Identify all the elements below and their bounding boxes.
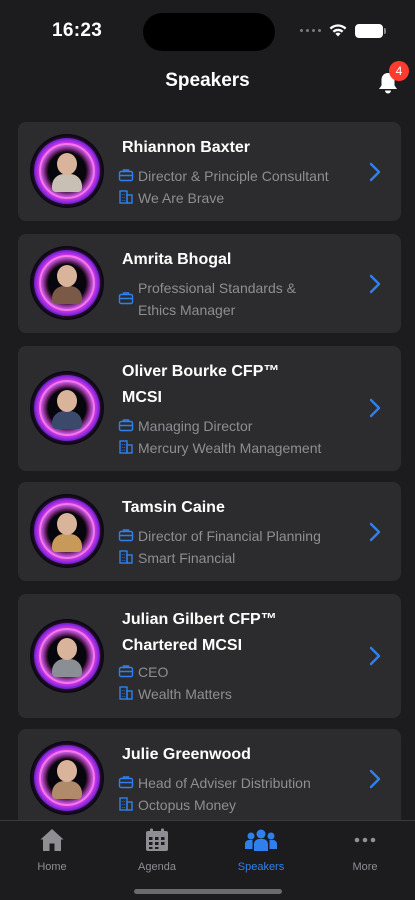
speaker-role-row: Managing Director	[118, 415, 358, 437]
tab-agenda-label: Agenda	[138, 861, 176, 873]
speaker-company-row: Smart Financial	[118, 547, 358, 569]
cellular-signal-icon	[300, 29, 321, 32]
speaker-name: Julian Gilbert CFP™ Chartered MCSI	[122, 611, 277, 654]
notification-badge: 4	[389, 61, 409, 81]
tab-home-label: Home	[37, 861, 67, 873]
tab-speakers[interactable]: Speakers	[209, 827, 313, 873]
speaker-name: Rhiannon Baxter	[122, 139, 251, 156]
speaker-card[interactable]: Julian Gilbert CFP™ Chartered MCSI CEO W…	[18, 594, 401, 718]
speaker-avatar	[30, 246, 104, 320]
speaker-role-row: Director & Principle Consultant	[118, 165, 358, 187]
briefcase-icon	[118, 419, 134, 432]
users-icon	[245, 829, 277, 851]
briefcase-icon	[118, 529, 134, 542]
speaker-name: Tamsin Caine	[122, 499, 225, 516]
building-icon	[119, 440, 133, 454]
briefcase-icon	[118, 292, 134, 305]
chevron-right-icon	[369, 398, 381, 418]
speaker-role: Head of Adviser Distribution	[138, 775, 311, 791]
page-title: Speakers	[165, 70, 250, 91]
battery-icon	[355, 24, 383, 38]
speaker-company-row: Octopus Money	[118, 794, 358, 816]
briefcase-icon	[118, 169, 134, 182]
tab-more-label: More	[352, 861, 378, 873]
dynamic-island	[143, 13, 275, 51]
speaker-company: We Are Brave	[138, 190, 225, 206]
speaker-role-row: CEO	[118, 661, 358, 683]
chevron-right-icon	[369, 274, 381, 294]
speaker-company: Wealth Matters	[138, 686, 232, 702]
building-icon	[119, 797, 133, 811]
speaker-name: Oliver Bourke CFP™ MCSI	[122, 363, 280, 406]
chevron-right-icon	[369, 769, 381, 789]
speaker-company: Octopus Money	[138, 797, 237, 813]
speaker-company: Mercury Wealth Management	[138, 440, 322, 456]
battery-nub	[384, 28, 386, 34]
chevron-right-icon	[369, 162, 381, 182]
status-time: 16:23	[52, 20, 103, 41]
home-indicator	[134, 889, 282, 894]
speaker-role: CEO	[138, 664, 169, 680]
speaker-name: Amrita Bhogal	[122, 251, 232, 268]
speaker-name: Julie Greenwood	[122, 746, 251, 763]
speaker-avatar	[30, 741, 104, 815]
briefcase-icon	[118, 776, 134, 789]
speaker-card[interactable]: Amrita Bhogal Professional Standards & E…	[18, 234, 401, 333]
more-icon	[354, 837, 376, 843]
briefcase-icon	[118, 665, 134, 678]
wifi-icon	[329, 24, 347, 37]
speaker-role: Director & Principle Consultant	[138, 168, 329, 184]
tab-more[interactable]: More	[313, 827, 415, 873]
speaker-company: Smart Financial	[138, 550, 236, 566]
speaker-role-row: Professional Standards & Ethics Manager	[118, 277, 358, 321]
speaker-company-row: We Are Brave	[118, 187, 358, 209]
speaker-company-row: Wealth Matters	[118, 683, 358, 705]
speaker-role: Director of Financial Planning	[138, 528, 321, 544]
speaker-card[interactable]: Oliver Bourke CFP™ MCSI Managing Directo…	[18, 346, 401, 471]
speaker-avatar	[30, 619, 104, 693]
tab-agenda[interactable]: Agenda	[105, 827, 209, 873]
tab-home[interactable]: Home	[0, 827, 104, 873]
speaker-role-row: Head of Adviser Distribution	[118, 772, 358, 794]
speaker-role: Professional Standards & Ethics Manager	[138, 280, 296, 318]
chevron-right-icon	[369, 646, 381, 666]
home-icon	[40, 829, 64, 851]
tab-bar: Home Agenda Speakers More	[0, 820, 415, 900]
building-icon	[119, 190, 133, 204]
speaker-card[interactable]: Tamsin Caine Director of Financial Plann…	[18, 482, 401, 581]
speaker-company-row: Mercury Wealth Management	[118, 437, 358, 459]
speaker-role: Managing Director	[138, 418, 253, 434]
building-icon	[119, 686, 133, 700]
calendar-icon	[146, 828, 168, 851]
tab-speakers-label: Speakers	[237, 861, 285, 873]
speaker-card[interactable]: Rhiannon Baxter Director & Principle Con…	[18, 122, 401, 221]
speaker-role-row: Director of Financial Planning	[118, 525, 358, 547]
building-icon	[119, 550, 133, 564]
speaker-card[interactable]: Julie Greenwood Head of Adviser Distribu…	[18, 729, 401, 828]
speaker-avatar	[30, 134, 104, 208]
speaker-avatar	[30, 371, 104, 445]
speaker-avatar	[30, 494, 104, 568]
status-bar: 16:23	[0, 0, 415, 62]
chevron-right-icon	[369, 522, 381, 542]
